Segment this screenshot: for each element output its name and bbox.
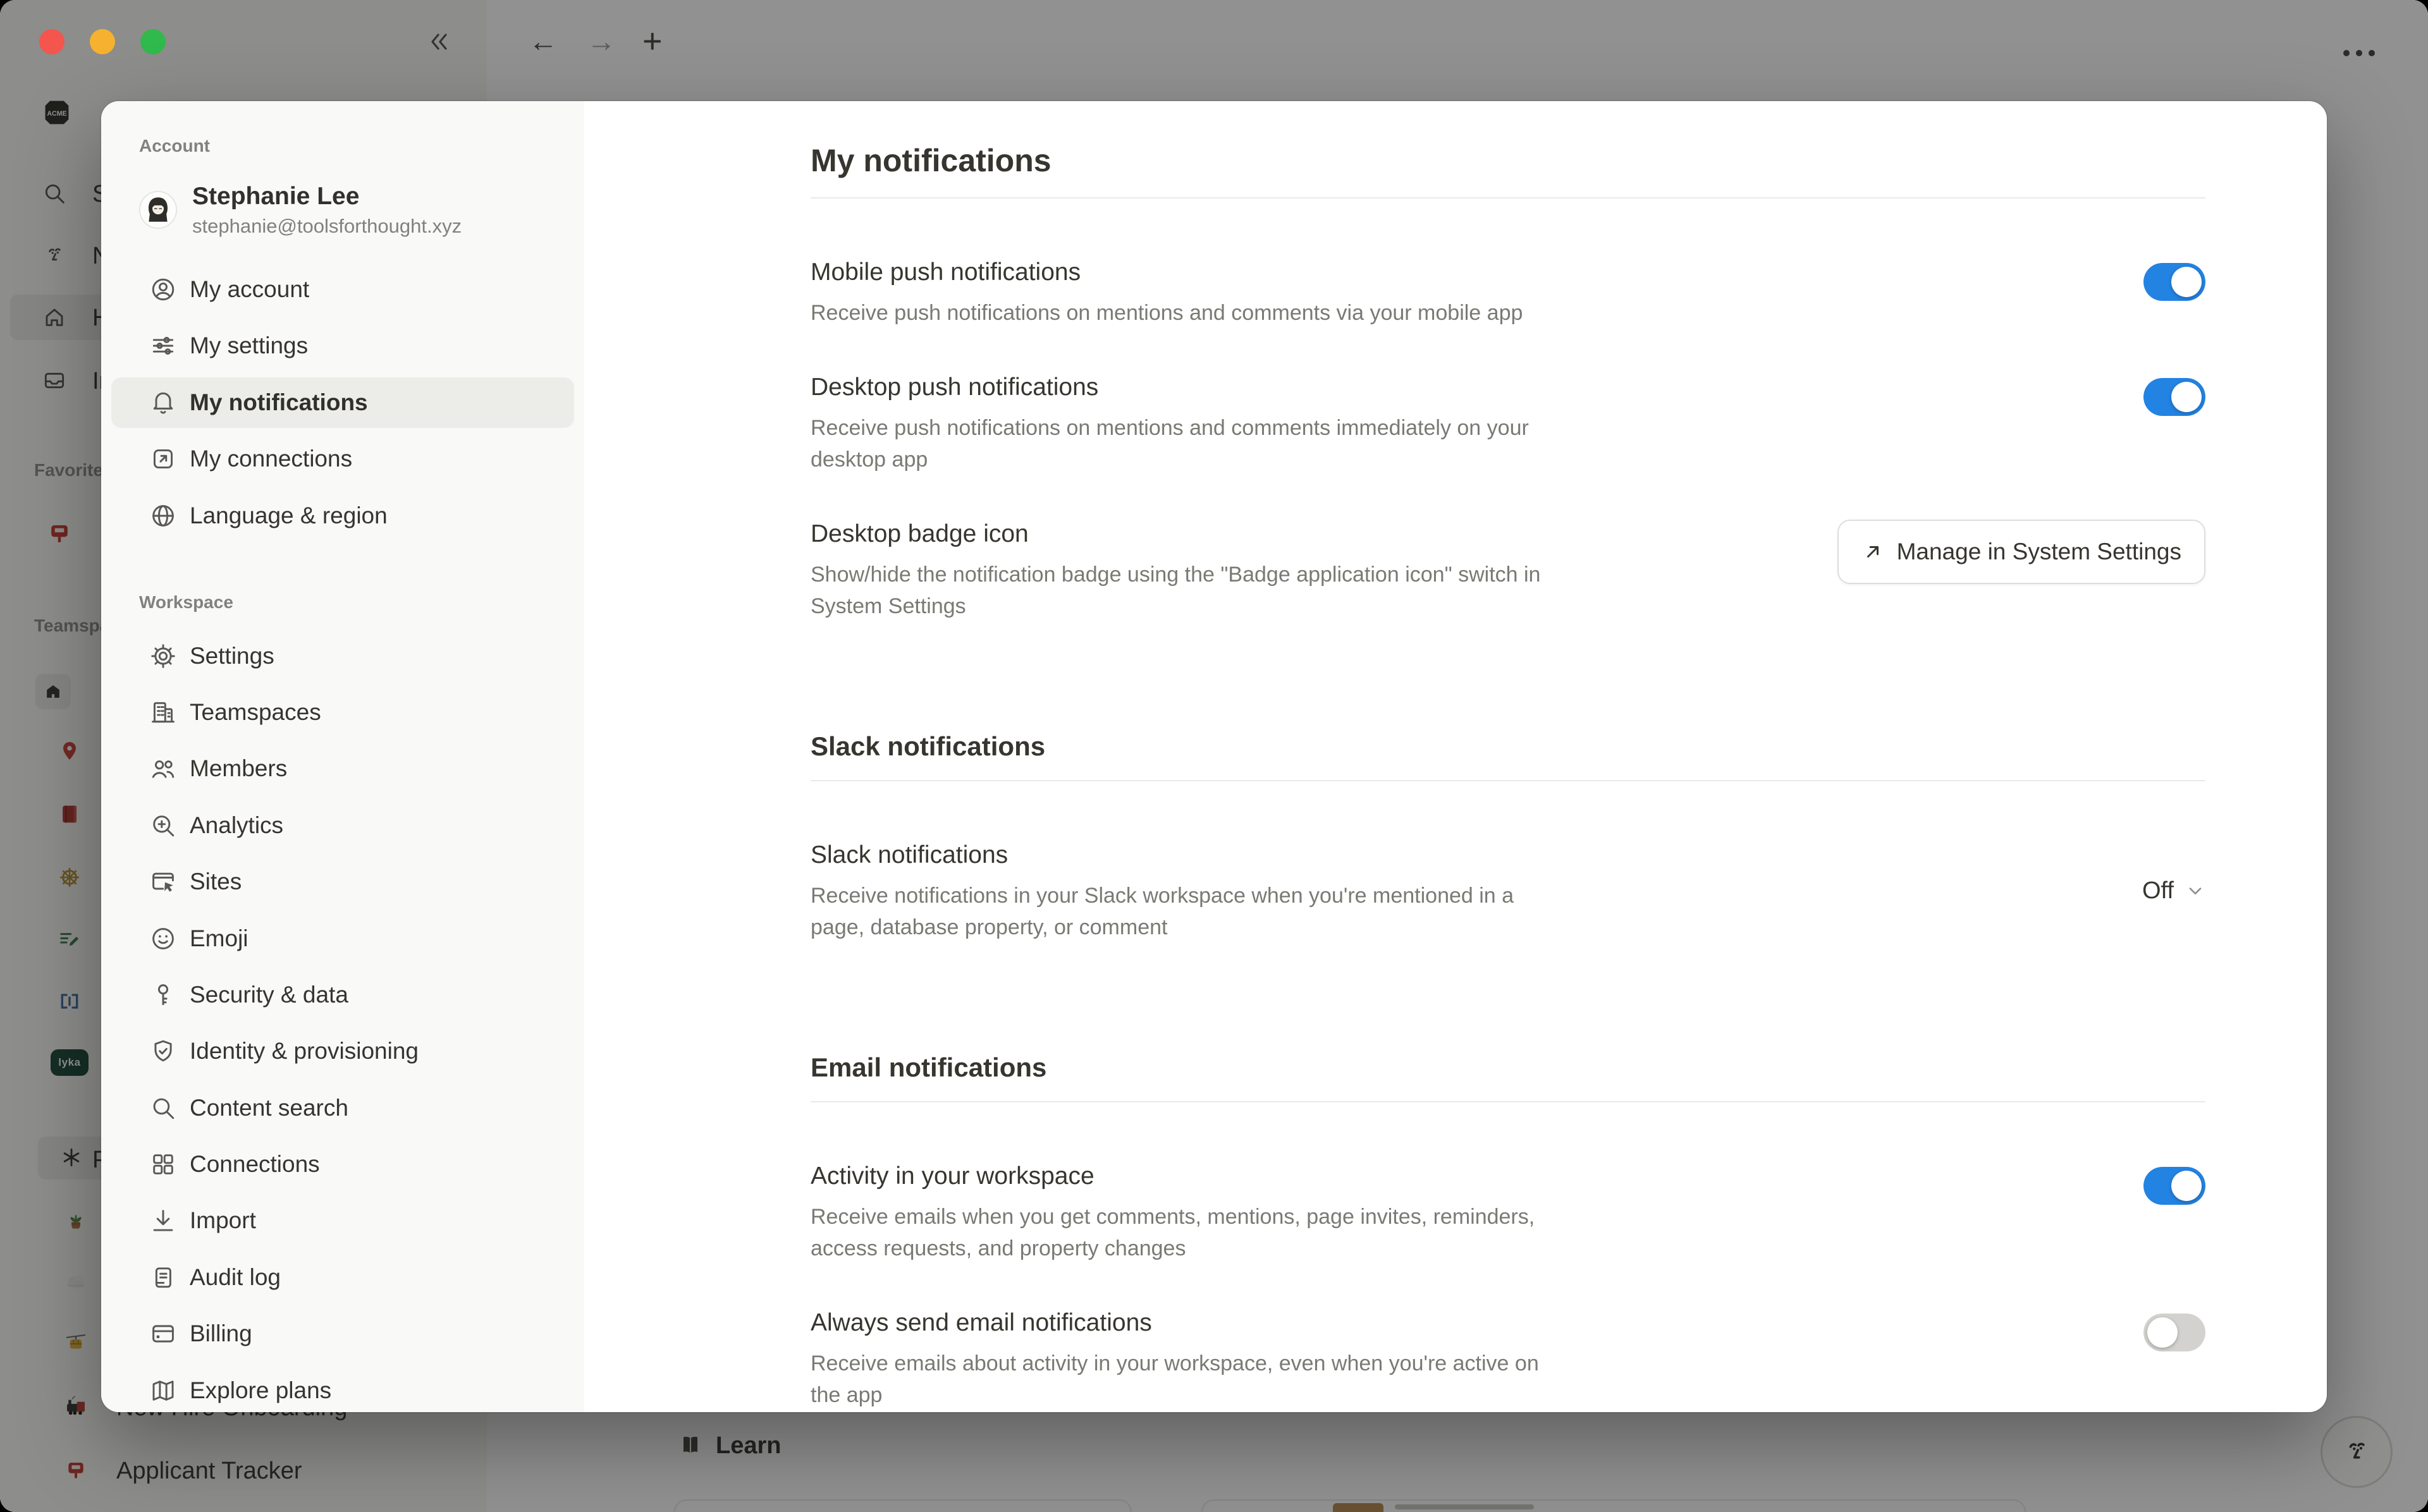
- user-row[interactable]: Stephanie Lee stephanie@toolsforthought.…: [111, 168, 574, 252]
- chevron-down-icon: [2185, 881, 2205, 901]
- setting-description: Show/hide the notification badge using t…: [811, 559, 1683, 622]
- slack-notifications-select[interactable]: Off: [2142, 877, 2205, 905]
- setting-description: Receive emails when you get comments, me…: [811, 1201, 1683, 1264]
- arrow-up-right-icon: [1861, 540, 1884, 563]
- smiley-icon: [149, 925, 177, 953]
- user-circle-icon: [149, 276, 177, 303]
- sidebar-item-settings[interactable]: Settings: [111, 631, 574, 681]
- divider: [811, 780, 2205, 781]
- setting-row-desktop-badge: Desktop badge icon Show/hide the notific…: [811, 517, 2205, 622]
- scroll-icon: [149, 1264, 177, 1291]
- avatar: [139, 191, 177, 229]
- manage-system-settings-button[interactable]: Manage in System Settings: [1837, 520, 2205, 584]
- members-icon: [149, 755, 177, 783]
- sidebar-item-billing[interactable]: Billing: [111, 1308, 574, 1359]
- divider: [811, 1101, 2205, 1102]
- setting-title: Always send email notifications: [811, 1306, 1683, 1340]
- globe-icon: [149, 502, 177, 530]
- setting-title: Activity in your workspace: [811, 1159, 1683, 1193]
- always-send-email-toggle[interactable]: [2143, 1314, 2205, 1351]
- setting-description: Receive notifications in your Slack work…: [811, 880, 1683, 943]
- selected-value: Off: [2142, 877, 2174, 905]
- setting-description: Receive push notifications on mentions a…: [811, 412, 1683, 475]
- sidebar-item-analytics[interactable]: Analytics: [111, 800, 574, 851]
- magnifier-plus-icon: [149, 812, 177, 839]
- activity-email-toggle[interactable]: [2143, 1167, 2205, 1205]
- key-icon: [149, 981, 177, 1009]
- setting-row-slack: Slack notifications Receive notification…: [811, 838, 2205, 943]
- sidebar-item-audit-log[interactable]: Audit log: [111, 1252, 574, 1303]
- slack-section-heading: Slack notifications: [811, 728, 2205, 765]
- sliders-icon: [149, 332, 177, 360]
- zoom-window-button[interactable]: [140, 29, 166, 54]
- setting-description: Receive emails about activity in your wo…: [811, 1348, 1683, 1411]
- settings-sidebar: Account Stephanie Lee stephanie@toolsfor…: [101, 101, 584, 1412]
- account-section-label: Account: [139, 134, 574, 158]
- sidebar-item-members[interactable]: Members: [111, 743, 574, 794]
- sidebar-item-content-search[interactable]: Content search: [111, 1083, 574, 1133]
- sidebar-item-import[interactable]: Import: [111, 1195, 574, 1246]
- workspace-section-label: Workspace: [139, 590, 574, 614]
- sidebar-item-my-settings[interactable]: My settings: [111, 320, 574, 371]
- notifications-panel: My notifications Mobile push notificatio…: [685, 101, 2327, 1412]
- desktop-push-toggle[interactable]: [2143, 378, 2205, 416]
- minimize-window-button[interactable]: [90, 29, 115, 54]
- mobile-push-toggle[interactable]: [2143, 263, 2205, 301]
- user-email: stephanie@toolsforthought.xyz: [192, 214, 462, 239]
- setting-row-activity-workspace: Activity in your workspace Receive email…: [811, 1159, 2205, 1264]
- close-window-button[interactable]: [39, 29, 64, 54]
- setting-row-always-send: Always send email notifications Receive …: [811, 1306, 2205, 1411]
- download-arrow-icon: [149, 1207, 177, 1235]
- sidebar-item-teamspaces[interactable]: Teamspaces: [111, 687, 574, 738]
- toggle-knob: [2147, 1317, 2178, 1348]
- page-title: My notifications: [811, 139, 2205, 182]
- sidebar-item-sites[interactable]: Sites: [111, 857, 574, 907]
- setting-title: Slack notifications: [811, 838, 1683, 872]
- sidebar-item-identity-provisioning[interactable]: Identity & provisioning: [111, 1026, 574, 1076]
- setting-title: Desktop badge icon: [811, 517, 1683, 551]
- setting-row-mobile-push: Mobile push notifications Receive push n…: [811, 255, 2205, 329]
- buildings-icon: [149, 698, 177, 726]
- gear-icon: [149, 642, 177, 670]
- setting-description: Receive push notifications on mentions a…: [811, 297, 1683, 329]
- sidebar-item-explore-plans[interactable]: Explore plans: [111, 1365, 574, 1412]
- divider: [811, 197, 2205, 198]
- settings-dialog: Account Stephanie Lee stephanie@toolsfor…: [101, 101, 2327, 1412]
- screen: ← → + ACME Search Notion AI Home Inbox F…: [0, 0, 2428, 1512]
- arrow-up-right-box-icon: [149, 445, 177, 473]
- app-window: ← → + ACME Search Notion AI Home Inbox F…: [0, 0, 2428, 1512]
- user-name: Stephanie Lee: [192, 181, 462, 212]
- sidebar-item-emoji[interactable]: Emoji: [111, 913, 574, 964]
- setting-title: Mobile push notifications: [811, 255, 1683, 290]
- setting-row-desktop-push: Desktop push notifications Receive push …: [811, 370, 2205, 475]
- sidebar-item-connections[interactable]: Connections: [111, 1139, 574, 1190]
- sidebar-item-language-region[interactable]: Language & region: [111, 491, 574, 541]
- search-icon: [149, 1094, 177, 1122]
- sidebar-item-my-connections[interactable]: My connections: [111, 434, 574, 484]
- shield-check-icon: [149, 1037, 177, 1065]
- setting-title: Desktop push notifications: [811, 370, 1683, 405]
- sidebar-item-security-data[interactable]: Security & data: [111, 970, 574, 1020]
- browser-cursor-icon: [149, 868, 177, 896]
- toggle-knob: [2171, 382, 2202, 412]
- email-section-heading: Email notifications: [811, 1049, 2205, 1086]
- bell-icon: [149, 389, 177, 417]
- toggle-knob: [2171, 267, 2202, 297]
- sidebar-item-my-notifications[interactable]: My notifications: [111, 377, 574, 428]
- grid-icon: [149, 1150, 177, 1178]
- sidebar-item-my-account[interactable]: My account: [111, 264, 574, 315]
- map-icon: [149, 1377, 177, 1405]
- credit-card-icon: [149, 1320, 177, 1348]
- toggle-knob: [2171, 1171, 2202, 1201]
